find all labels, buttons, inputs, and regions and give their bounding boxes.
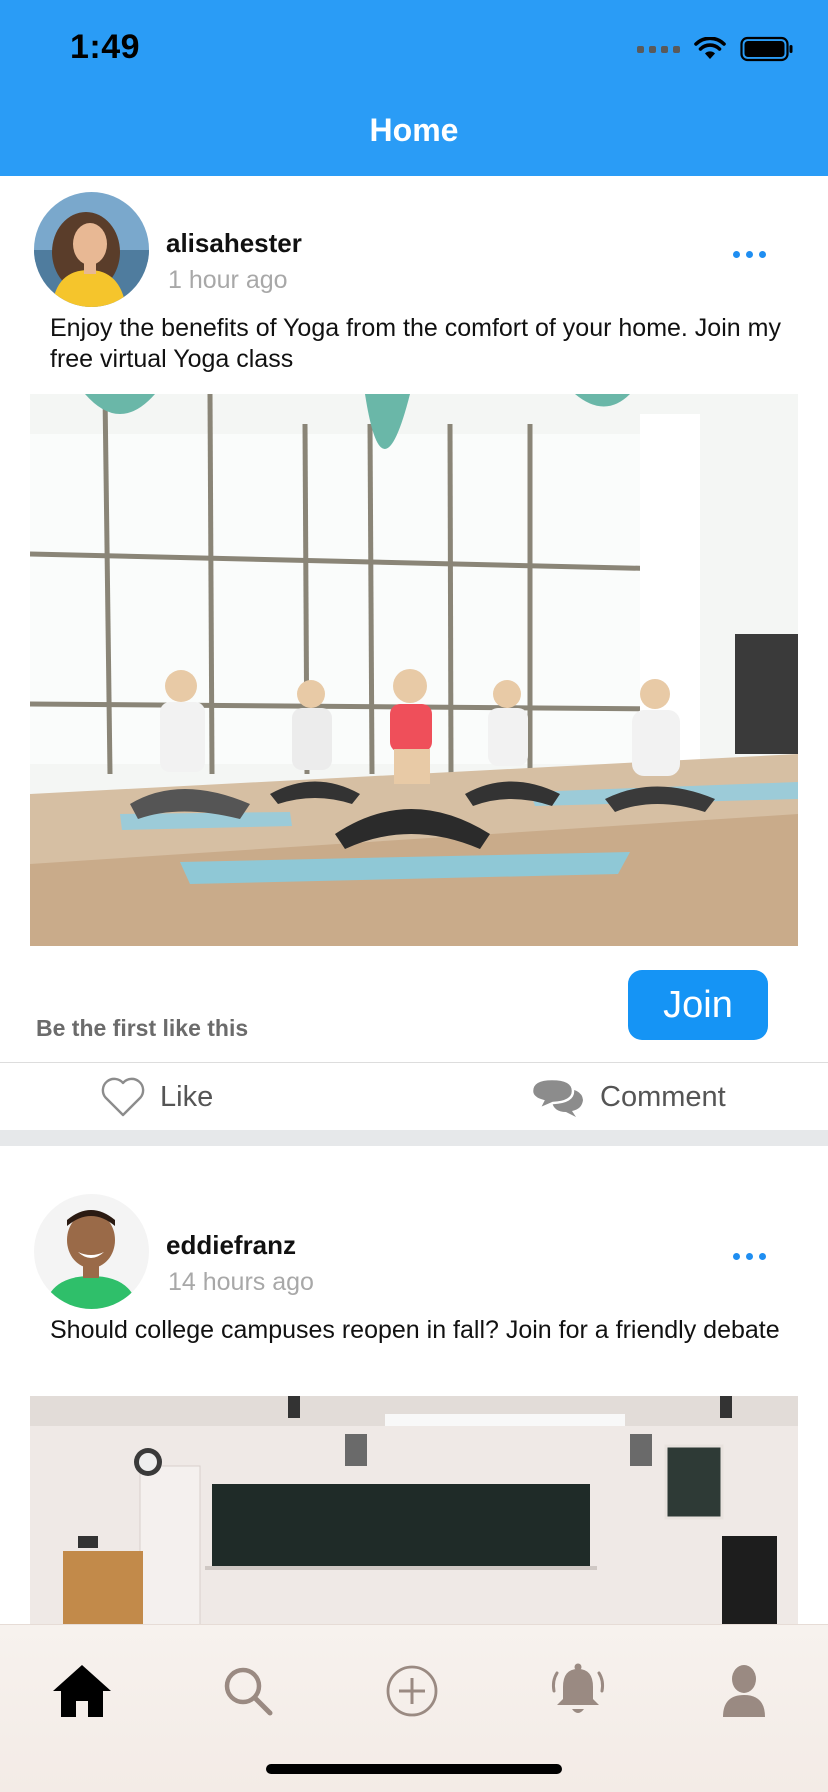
likes-summary[interactable]: Be the first like this: [36, 1015, 248, 1042]
tab-profile[interactable]: [712, 1659, 776, 1723]
post-card: eddiefranz 14 hours ago Should college c…: [0, 1146, 828, 1624]
avatar[interactable]: [34, 1194, 149, 1309]
page-title: Home: [369, 112, 459, 148]
post-photo[interactable]: [30, 394, 798, 946]
post-username[interactable]: eddiefranz: [166, 1230, 296, 1261]
like-button[interactable]: Like: [100, 1063, 213, 1131]
comment-label: Comment: [600, 1080, 726, 1113]
like-label: Like: [160, 1080, 214, 1113]
notifications-icon: [551, 1663, 605, 1713]
wifi-icon: [694, 37, 726, 59]
home-indicator[interactable]: [266, 1764, 562, 1774]
tab-create[interactable]: [380, 1659, 444, 1723]
more-options-icon[interactable]: [733, 1253, 766, 1260]
post-divider: [0, 1130, 828, 1146]
status-time: 1:49: [70, 28, 141, 66]
post-timestamp: 14 hours ago: [168, 1268, 314, 1296]
post-username[interactable]: alisahester: [166, 228, 302, 259]
cellular-signal-icon: [637, 45, 680, 53]
post-actions: Like Comment: [0, 1062, 828, 1130]
comment-icon: [530, 1077, 583, 1117]
battery-icon: [740, 36, 793, 62]
tab-search[interactable]: [216, 1659, 280, 1723]
tab-home[interactable]: [50, 1659, 114, 1723]
join-button[interactable]: Join: [628, 970, 768, 1040]
add-post-icon: [386, 1665, 438, 1717]
top-header: 1:49 Home: [0, 0, 828, 176]
post-text: Should college campuses reopen in fall? …: [50, 1316, 780, 1344]
tab-notifications[interactable]: [546, 1659, 610, 1723]
search-icon: [224, 1667, 273, 1716]
post-card: alisahester 1 hour ago Enjoy the benefit…: [0, 176, 828, 1146]
profile-icon: [723, 1665, 765, 1717]
comment-button[interactable]: Comment: [530, 1063, 726, 1131]
avatar[interactable]: [34, 192, 149, 307]
feed[interactable]: alisahester 1 hour ago Enjoy the benefit…: [0, 176, 828, 1624]
home-icon: [53, 1665, 111, 1717]
post-photo[interactable]: [30, 1396, 798, 1624]
status-icons: [637, 36, 794, 62]
post-text: Enjoy the benefits of Yoga from the comf…: [50, 314, 781, 373]
post-timestamp: 1 hour ago: [168, 266, 288, 294]
heart-icon: [101, 1077, 145, 1117]
more-options-icon[interactable]: [733, 251, 766, 258]
